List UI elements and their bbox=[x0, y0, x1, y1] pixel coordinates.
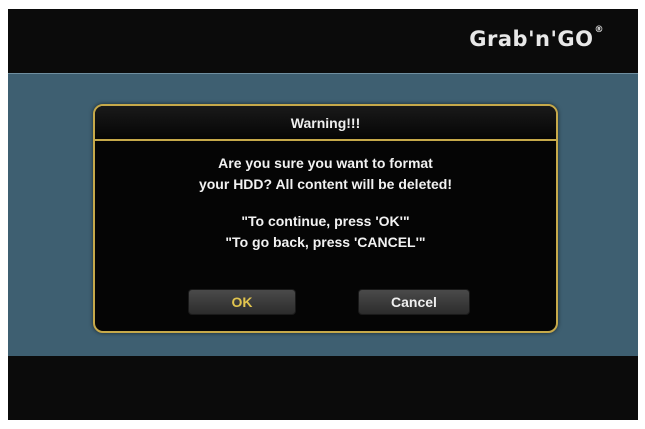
brand-logo: Grab'n'GO® bbox=[469, 25, 604, 51]
warning-dialog: Warning!!! Are you sure you want to form… bbox=[93, 104, 558, 333]
ok-button[interactable]: OK bbox=[188, 289, 296, 315]
instruction-line-2: "To go back, press 'CANCEL'" bbox=[225, 234, 426, 250]
message-line-1: Are you sure you want to format bbox=[218, 155, 433, 171]
dialog-title: Warning!!! bbox=[290, 114, 361, 131]
top-banner: Grab'n'GO® bbox=[8, 9, 638, 73]
bottom-banner bbox=[8, 356, 638, 420]
instruction-line-1: "To continue, press 'OK'" bbox=[241, 213, 410, 229]
brand-name: Grab'n'GO bbox=[469, 27, 594, 51]
dialog-buttons: OK Cancel bbox=[95, 289, 556, 315]
cancel-button[interactable]: Cancel bbox=[358, 289, 470, 315]
dialog-header: Warning!!! bbox=[95, 106, 556, 141]
dialog-body: Are you sure you want to format your HDD… bbox=[95, 141, 556, 253]
message-line-2: your HDD? All content will be deleted! bbox=[198, 176, 453, 192]
tv-screen: Grab'n'GO® Warning!!! Are you sure you w… bbox=[0, 0, 645, 429]
registered-mark: ® bbox=[594, 25, 604, 35]
